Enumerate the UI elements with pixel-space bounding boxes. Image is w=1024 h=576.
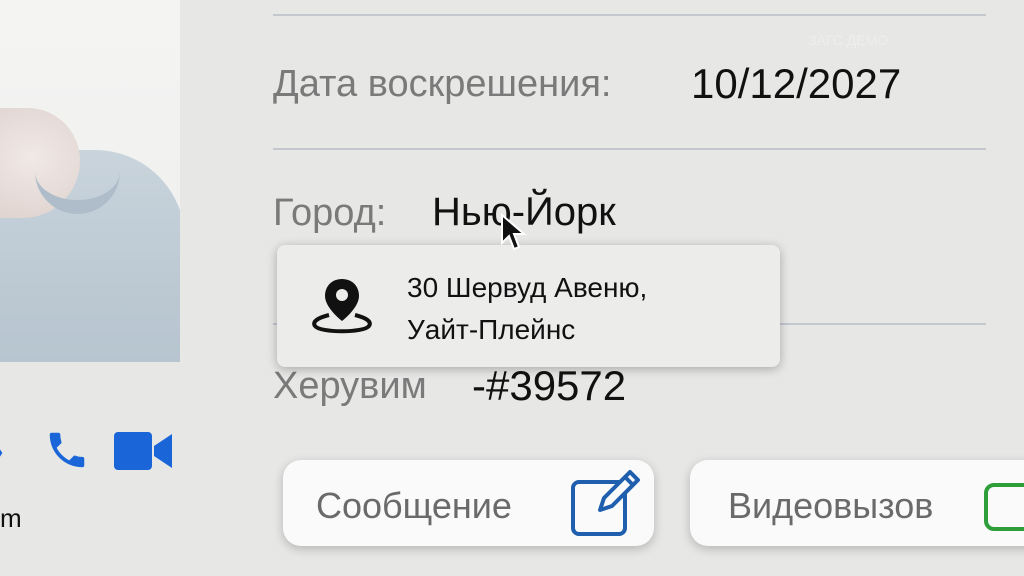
video-call-icon xyxy=(983,482,1024,537)
message-button[interactable]: Сообщение xyxy=(283,460,654,546)
phone-icon[interactable] xyxy=(44,426,90,479)
divider-top xyxy=(273,14,986,16)
message-button-label: Сообщение xyxy=(316,485,512,526)
profile-photo xyxy=(0,0,180,362)
video-call-button-label: Видеовызов xyxy=(728,485,934,526)
video-camera-icon[interactable] xyxy=(114,430,172,477)
watermark: ЗАГС ДЕМО xyxy=(808,32,889,48)
address-line-1: 30 Шервуд Авеню, xyxy=(407,272,648,303)
photo-collar xyxy=(35,130,120,214)
address-text: 30 Шервуд Авеню, Уайт-Плейнс xyxy=(407,267,647,351)
resurrection-date-value: 10/12/2027 xyxy=(691,60,902,107)
address-line-2: Уайт-Плейнс xyxy=(407,314,576,345)
edit-icon xyxy=(570,466,642,543)
contact-partial-text: m xyxy=(0,503,22,533)
partial-icon[interactable] xyxy=(0,438,6,473)
address-tooltip: 30 Шервуд Авеню, Уайт-Плейнс xyxy=(277,245,780,367)
divider-1 xyxy=(273,148,986,150)
city-label: Город: xyxy=(273,192,387,234)
cherub-label: Херувим xyxy=(273,365,427,407)
location-pin-icon xyxy=(309,275,375,342)
cherub-id: -#39572 xyxy=(472,362,627,409)
mouse-cursor-icon xyxy=(500,212,528,258)
video-call-button[interactable]: Видеовызов xyxy=(690,460,1024,546)
resurrection-date-label: Дата воскрешения: xyxy=(273,63,612,105)
